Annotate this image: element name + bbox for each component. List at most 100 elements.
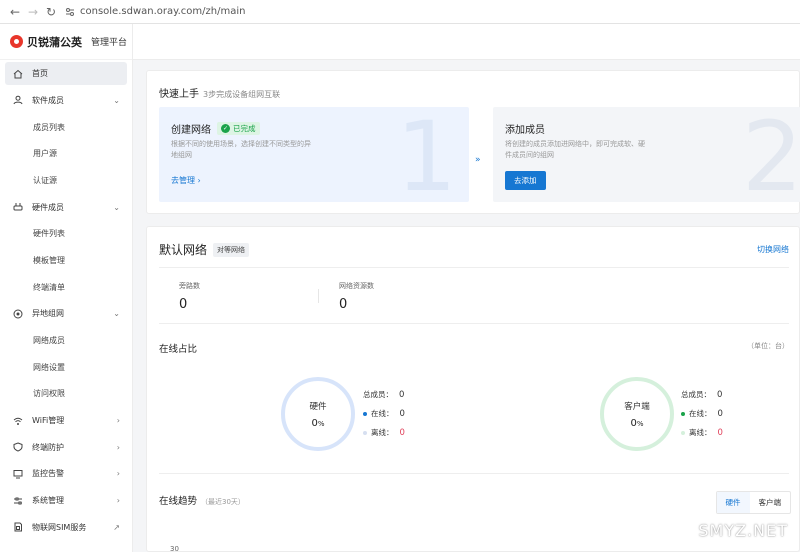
sidebar-item-hardware-members[interactable]: 硬件成员 ⌄ — [0, 194, 132, 221]
legend-value: 0 — [717, 427, 723, 438]
online-dot-icon — [681, 411, 685, 416]
sidebar-item-remote-network[interactable]: 异地组网 ⌄ — [0, 301, 132, 328]
sidebar-item-member-list[interactable]: 成员列表 — [0, 114, 132, 141]
chevron-right-icon: › — [116, 469, 120, 479]
step-description: 根据不同的使用场景，选择创建不同类型的异地组网 — [171, 140, 311, 159]
forward-arrow-icon[interactable]: → — [24, 3, 42, 21]
sidebar-item-system-mgmt[interactable]: 系统管理 › — [0, 487, 132, 514]
sidebar-item-access-rights[interactable]: 访问权限 — [0, 381, 132, 408]
y-axis-tick: 30 — [170, 545, 179, 552]
sidebar-item-label: 用户源 — [33, 149, 57, 159]
double-chevron-right-icon: » — [475, 155, 481, 165]
sidebar-item-label: 访问权限 — [33, 389, 65, 399]
sidebar-item-label: 监控告警 — [32, 469, 64, 479]
sidebar-item-label: 硬件成员 — [32, 202, 64, 212]
add-member-button[interactable]: 去添加 — [505, 171, 546, 190]
chevron-right-icon: › — [116, 442, 120, 452]
step-number: 1 — [395, 107, 457, 202]
url-text: console.sdwan.oray.com/zh/main — [80, 6, 246, 17]
sidebar-item-user-source[interactable]: 用户源 — [0, 140, 132, 167]
network-type-tag: 对等网络 — [213, 242, 250, 257]
brand-header: 贝锐蒲公英 管理平台 — [0, 24, 132, 60]
sidebar-item-label: 物联网SIM服务 — [32, 522, 87, 532]
online-trend-title: 在线趋势 （最近30天） — [159, 493, 245, 507]
quickstart-card: 快速上手 3步完成设备组网互联 1 创建网络 ✓ 已完成 根据不同的使用场景，选择… — [146, 70, 800, 214]
legend-online: 在线： 0 — [681, 404, 723, 423]
shield-icon — [12, 441, 24, 453]
chevron-down-icon: ⌄ — [113, 309, 120, 319]
legend-offline: 离线： 0 — [681, 423, 723, 442]
chevron-down-icon: ⌄ — [113, 202, 120, 212]
online-ratio-title: 在线占比 — [159, 344, 198, 355]
legend-label: 在线： — [689, 409, 712, 418]
site-info-icon[interactable] — [64, 6, 76, 18]
sidebar-item-label: 模板管理 — [33, 255, 65, 265]
sidebar-item-template-mgmt[interactable]: 模板管理 — [0, 247, 132, 274]
switch-network-link[interactable]: 切换网络 — [757, 244, 789, 255]
step-title-text: 添加成员 — [505, 125, 545, 136]
sidebar-item-wifi[interactable]: WiFi管理 › — [0, 407, 132, 434]
tab-hardware[interactable]: 硬件 — [716, 492, 750, 513]
user-icon — [12, 94, 24, 106]
sidebar-item-label: 网络成员 — [33, 336, 65, 346]
legend-label: 总成员： — [363, 390, 393, 399]
network-title-text: 默认网络 — [159, 243, 208, 257]
sidebar-item-label: 异地组网 — [32, 309, 64, 319]
chevron-right-icon: › — [197, 176, 201, 185]
legend-total: 总成员： 0 — [681, 385, 723, 404]
chevron-right-icon: › — [116, 496, 120, 506]
ring-label: 硬件 — [309, 401, 327, 412]
sidebar-item-network-settings[interactable]: 网络设置 — [0, 354, 132, 381]
stat-label: 旁路数 — [179, 282, 200, 290]
online-trend-title-text: 在线趋势 — [159, 496, 198, 507]
legend-label: 离线： — [689, 428, 712, 437]
sidebar-item-monitor-alerts[interactable]: 监控告警 › — [0, 461, 132, 488]
legend-total: 总成员： 0 — [363, 385, 405, 404]
client-online-ring: 客户端 0% — [600, 377, 674, 451]
monitor-icon — [12, 468, 24, 480]
top-header — [133, 24, 800, 60]
step-title: 创建网络 ✓ 已完成 — [171, 121, 260, 136]
sidebar-item-home[interactable]: 首页 — [5, 62, 127, 85]
legend-value: 0 — [399, 389, 405, 400]
tab-client[interactable]: 客户端 — [750, 492, 791, 513]
legend-online: 在线： 0 — [363, 404, 405, 423]
offline-dot-icon — [681, 430, 685, 435]
divider — [159, 323, 789, 324]
reload-icon[interactable]: ↻ — [42, 3, 60, 21]
step-create-network: 1 创建网络 ✓ 已完成 根据不同的使用场景，选择创建不同类型的异地组网 去管理… — [159, 107, 469, 202]
manage-link[interactable]: 去管理 › — [171, 175, 201, 186]
sidebar-item-iot-sim[interactable]: 物联网SIM服务 ↗ — [0, 514, 132, 541]
back-arrow-icon[interactable]: ← — [6, 3, 24, 21]
quickstart-subtitle: 3步完成设备组网互联 — [203, 90, 281, 99]
status-badge-text: 已完成 — [233, 124, 256, 133]
home-icon — [12, 68, 24, 80]
network-icon — [12, 308, 24, 320]
quickstart-title-text: 快速上手 — [159, 89, 199, 100]
client-legend: 总成员： 0 在线： 0 离线： 0 — [681, 385, 723, 442]
sidebar-item-label: 系统管理 — [32, 496, 64, 506]
online-dot-icon — [363, 411, 367, 416]
stat-bypass: 旁路数 0 — [179, 281, 200, 312]
status-badge: ✓ 已完成 — [217, 122, 260, 135]
stat-network-resources: 网络资源数 0 — [339, 281, 374, 312]
external-link-icon: ↗ — [113, 522, 120, 532]
sidebar-item-terminal-protection[interactable]: 终端防护 › — [0, 434, 132, 461]
divider — [159, 267, 789, 268]
sidebar-item-hardware-list[interactable]: 硬件列表 — [0, 220, 132, 247]
sidebar-item-network-members[interactable]: 网络成员 — [0, 327, 132, 354]
sidebar-item-label: 成员列表 — [33, 122, 65, 132]
sidebar-item-auth-source[interactable]: 认证源 — [0, 167, 132, 194]
brand-name: 贝锐蒲公英 — [27, 35, 82, 49]
sidebar-item-label: 首页 — [32, 69, 48, 78]
ring-label: 客户端 — [624, 401, 650, 412]
sidebar-item-label: WiFi管理 — [32, 416, 65, 426]
sidebar-item-software-members[interactable]: 软件成员 ⌄ — [0, 87, 132, 114]
quickstart-title: 快速上手 3步完成设备组网互联 — [159, 85, 280, 100]
sidebar-item-terminal-list[interactable]: 终端清单 — [0, 274, 132, 301]
online-trend-subtitle: （最近30天） — [201, 498, 245, 506]
divider — [318, 289, 319, 303]
sidebar-item-label: 终端防护 — [32, 442, 64, 452]
sidebar-item-label: 认证源 — [33, 175, 57, 185]
address-bar[interactable]: console.sdwan.oray.com/zh/main — [64, 6, 245, 18]
